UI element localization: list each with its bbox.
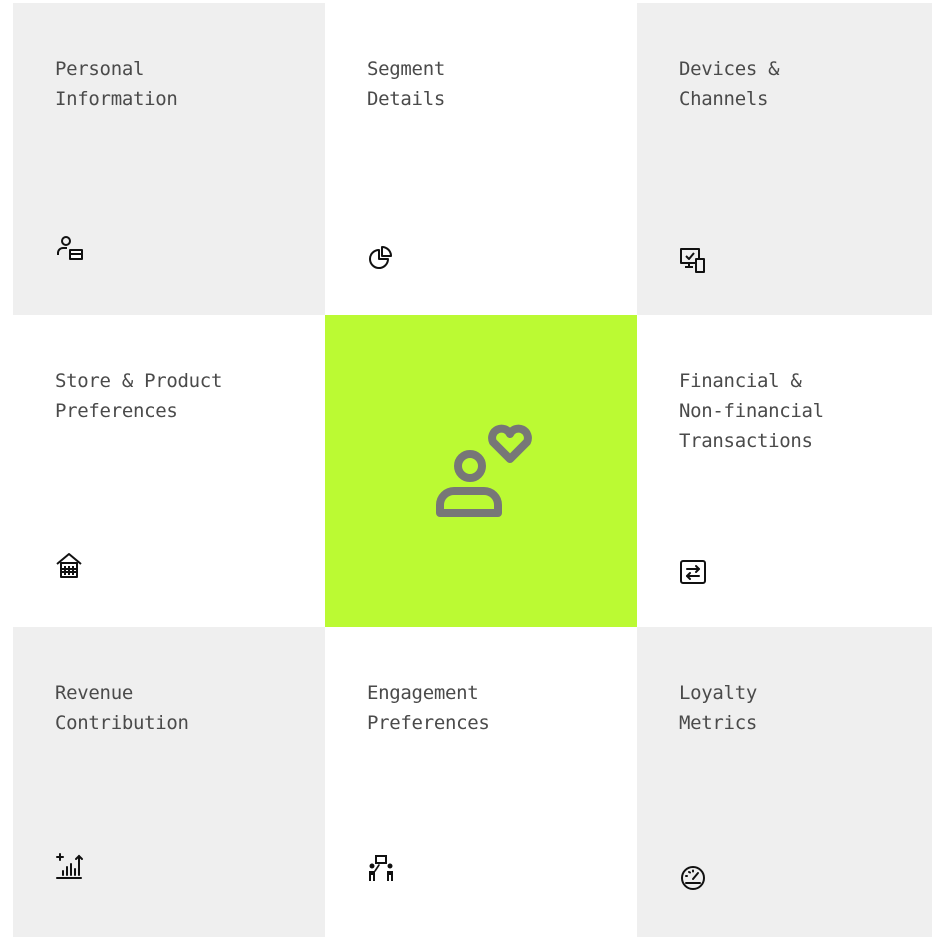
tile-center-highlight xyxy=(325,315,637,627)
user-card-icon xyxy=(54,233,84,263)
devices-icon xyxy=(678,246,708,276)
tile-engagement-preferences[interactable]: Engagement Preferences xyxy=(325,627,637,937)
tile-title: Engagement Preferences xyxy=(367,682,490,734)
tile-title: Segment Details xyxy=(367,58,445,110)
pie-chart-icon xyxy=(366,243,396,273)
tile-title: Revenue Contribution xyxy=(55,682,189,734)
revenue-chart-icon xyxy=(54,851,84,881)
tile-loyalty-metrics[interactable]: Loyalty Metrics xyxy=(637,627,932,937)
gauge-icon xyxy=(678,863,708,893)
tile-financial-transactions[interactable]: Financial & Non-financial Transactions xyxy=(637,315,932,627)
tile-title: Loyalty Metrics xyxy=(679,682,757,734)
tile-revenue-contribution[interactable]: Revenue Contribution xyxy=(13,627,325,937)
transactions-icon xyxy=(678,557,708,587)
tile-title: Store & Product Preferences xyxy=(55,370,223,422)
customer-profile-grid: Personal Information Segment Details Dev xyxy=(13,3,932,937)
tile-devices-channels[interactable]: Devices & Channels xyxy=(637,3,932,315)
tile-title: Personal Information xyxy=(55,58,178,110)
user-heart-icon xyxy=(435,419,535,519)
store-icon xyxy=(54,551,84,581)
tile-store-product-preferences[interactable]: Store & Product Preferences xyxy=(13,315,325,627)
tile-segment-details[interactable]: Segment Details xyxy=(325,3,637,315)
tile-personal-information[interactable]: Personal Information xyxy=(13,3,325,315)
engagement-icon xyxy=(366,853,396,883)
tile-title: Devices & Channels xyxy=(679,58,780,110)
tile-title: Financial & Non-financial Transactions xyxy=(679,370,824,452)
